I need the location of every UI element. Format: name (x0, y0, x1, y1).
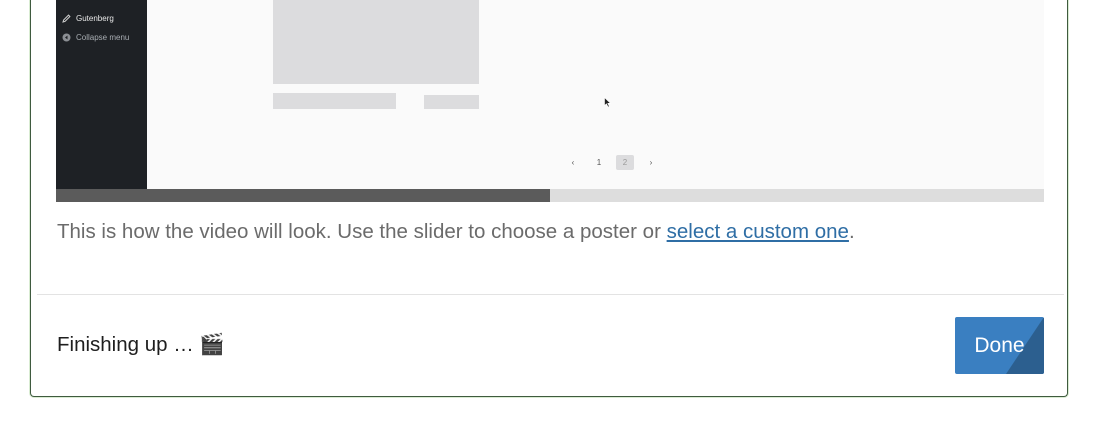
done-button[interactable]: Done (955, 317, 1044, 374)
select-custom-poster-link[interactable]: select a custom one (667, 220, 849, 243)
pagination-current-page: 2 (616, 155, 634, 170)
poster-slider[interactable] (56, 189, 1044, 202)
status-text: Finishing up … 🎬 (57, 333, 225, 356)
collapse-circle-icon (62, 33, 71, 42)
poster-slider-fill[interactable] (56, 189, 550, 202)
pencil-icon (62, 14, 71, 23)
title-placeholder (273, 93, 396, 109)
sidebar-item-label: Gutenberg (76, 14, 114, 23)
done-button-label: Done (974, 333, 1025, 357)
caption-text: This is how the video will look. Use the… (57, 220, 667, 243)
pagination-prev: ‹ (571, 158, 575, 167)
pagination: ‹ 1 2 › (564, 155, 660, 170)
poster-caption: This is how the video will look. Use the… (57, 220, 855, 244)
thumbnail-placeholder (273, 0, 479, 84)
video-preview-frame[interactable]: Gutenberg Collapse menu ‹ 1 2 › (56, 0, 1044, 189)
sidebar-item-collapse-menu: Collapse menu (62, 33, 129, 42)
footer-divider (37, 294, 1064, 295)
wp-admin-sidebar: Gutenberg Collapse menu (56, 0, 147, 189)
sidebar-item-label: Collapse menu (76, 33, 130, 42)
meta-placeholder (424, 95, 479, 109)
pagination-next: › (649, 158, 653, 167)
sidebar-item-gutenberg: Gutenberg (62, 14, 114, 23)
mouse-cursor-icon (604, 95, 612, 113)
pagination-page: 1 (596, 158, 602, 167)
caption-period: . (848, 220, 855, 243)
